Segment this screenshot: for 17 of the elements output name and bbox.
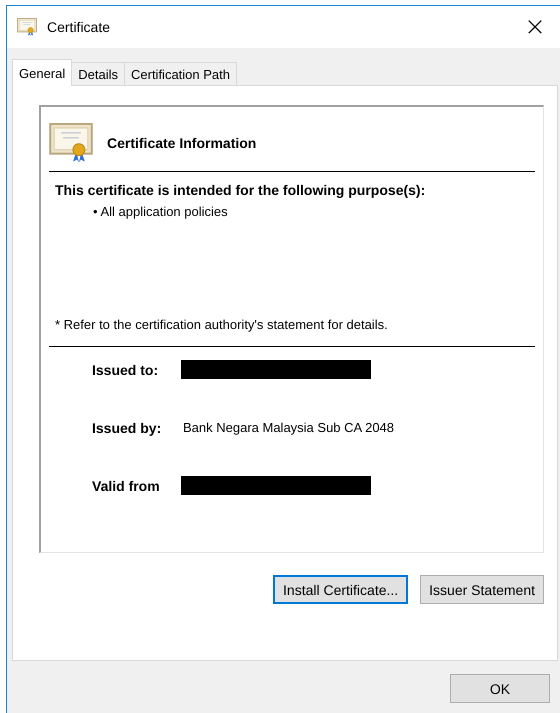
certificate-icon (17, 18, 37, 36)
purpose-item: • All application policies (93, 204, 229, 219)
certificate-icon (49, 123, 93, 163)
footnote-text: * Refer to the certification authority's statement for details. (55, 316, 389, 332)
window-title: Certificate (47, 19, 112, 35)
info-heading: Certificate Information (107, 134, 256, 151)
field-label: Issued by: (92, 420, 162, 436)
close-button[interactable]: × (520, 14, 550, 40)
action-button[interactable]: Install Certificate... (273, 575, 408, 604)
action-button[interactable]: Issuer Statement (420, 575, 544, 604)
tab[interactable]: General (12, 59, 72, 86)
field-label: Valid from (92, 478, 161, 494)
field-label: Issued to: (92, 362, 160, 378)
field-value: Bank Negara Malaysia Sub CA 2048 (183, 420, 394, 436)
purpose-heading: This certificate is intended for the following purpose(s): (55, 182, 426, 198)
tab[interactable]: Certification Path (124, 62, 237, 85)
ok-button[interactable]: OK (450, 674, 550, 703)
